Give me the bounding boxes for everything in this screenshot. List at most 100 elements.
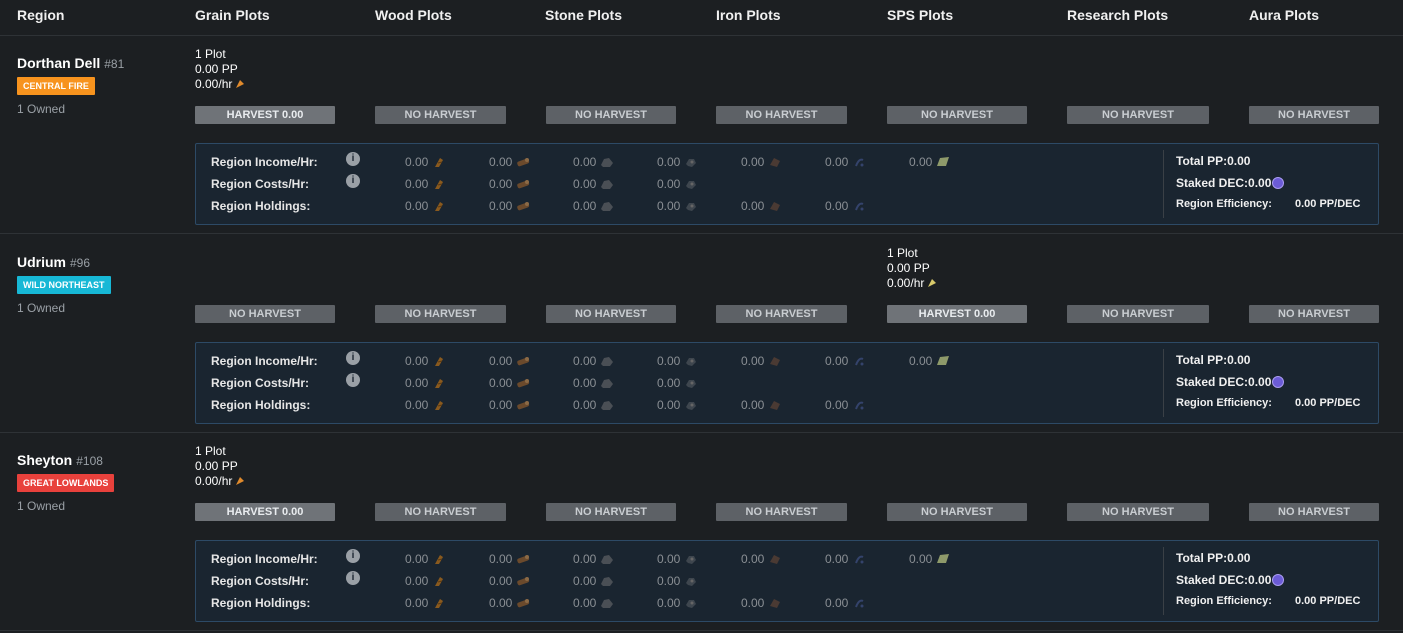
wood-value: 0.00 (489, 354, 530, 368)
iron-icon (680, 155, 698, 169)
region-costs-label: Region Costs/Hr: (211, 376, 310, 390)
aura-value: 0.00 (825, 155, 866, 169)
grain-value: 0.00 (405, 199, 446, 213)
stone-icon (596, 354, 614, 368)
wood-icon (512, 552, 530, 566)
region-row: Udrium #96 WILD NORTHEAST 1 Owned 1 Plot … (0, 235, 1403, 433)
header-iron-plots: Iron Plots (716, 7, 781, 23)
iron-value: 0.00 (657, 177, 698, 191)
region-efficiency-label: Region Efficiency: (1176, 595, 1272, 607)
no-harvest-button[interactable]: NO HARVEST (1067, 305, 1209, 323)
iron-value: 0.00 (657, 596, 698, 610)
no-harvest-button[interactable]: NO HARVEST (887, 503, 1027, 521)
no-harvest-button[interactable]: NO HARVEST (1067, 106, 1209, 124)
grain-value: 0.00 (405, 552, 446, 566)
dec-icon (1272, 376, 1285, 388)
iron-value: 0.00 (657, 354, 698, 368)
no-harvest-button[interactable]: NO HARVEST (716, 106, 847, 124)
research-value: 0.00 (741, 155, 782, 169)
plot-count: 1 Plot (195, 47, 226, 61)
no-harvest-button[interactable]: NO HARVEST (546, 503, 676, 521)
research-icon (764, 398, 782, 412)
no-harvest-button[interactable]: NO HARVEST (1067, 503, 1209, 521)
wood-icon (512, 155, 530, 169)
header-wood-plots: Wood Plots (375, 7, 452, 23)
no-harvest-button[interactable]: NO HARVEST (1249, 106, 1379, 124)
plot-rate: 0.00/hr (195, 474, 245, 489)
plot-info: 1 Plot 0.00 PP 0.00/hr (195, 444, 245, 489)
header-region: Region (17, 7, 65, 23)
plot-count: 1 Plot (195, 444, 226, 458)
stone-value: 0.00 (573, 596, 614, 610)
aura-icon (848, 155, 866, 169)
grain-value: 0.00 (405, 177, 446, 191)
aura-value: 0.00 (825, 199, 866, 213)
no-harvest-button[interactable]: NO HARVEST (1249, 305, 1379, 323)
no-harvest-button[interactable]: NO HARVEST (375, 106, 506, 124)
wood-icon (512, 398, 530, 412)
harvest-button[interactable]: HARVEST 0.00 (195, 503, 335, 521)
grain-icon (235, 475, 245, 485)
staked-dec: Staked DEC:0.00 (1176, 375, 1285, 389)
grain-icon (428, 354, 446, 368)
iron-value: 0.00 (657, 574, 698, 588)
info-icon[interactable]: i (346, 351, 360, 365)
sps-icon (932, 354, 950, 368)
no-harvest-button[interactable]: NO HARVEST (1249, 503, 1379, 521)
plot-rate: 0.00/hr (887, 276, 937, 291)
info-icon[interactable]: i (346, 174, 360, 188)
region-costs-label: Region Costs/Hr: (211, 177, 310, 191)
info-icon[interactable]: i (346, 152, 360, 166)
owned-count: 1 Owned (17, 102, 66, 116)
no-harvest-button[interactable]: NO HARVEST (716, 503, 847, 521)
wood-value: 0.00 (489, 574, 530, 588)
iron-icon (680, 398, 698, 412)
harvest-button[interactable]: HARVEST 0.00 (887, 305, 1027, 323)
wood-value: 0.00 (489, 552, 530, 566)
plot-info: 1 Plot 0.00 PP 0.00/hr (195, 47, 245, 92)
owned-count: 1 Owned (17, 301, 66, 315)
dec-icon (1272, 177, 1285, 189)
grain-icon (428, 177, 446, 191)
plot-pp: 0.00 PP (195, 62, 238, 76)
aura-icon (848, 398, 866, 412)
plot-pp: 0.00 PP (887, 261, 930, 275)
research-value: 0.00 (741, 552, 782, 566)
aura-icon (848, 596, 866, 610)
no-harvest-button[interactable]: NO HARVEST (375, 305, 506, 323)
aura-value: 0.00 (825, 596, 866, 610)
no-harvest-button[interactable]: NO HARVEST (887, 106, 1027, 124)
region-efficiency-label: Region Efficiency: (1176, 397, 1272, 409)
region-totals: Total PP:0.00 Staked DEC:0.00 Region Eff… (1163, 547, 1373, 615)
iron-icon (680, 574, 698, 588)
no-harvest-button[interactable]: NO HARVEST (195, 305, 335, 323)
grain-value: 0.00 (405, 155, 446, 169)
grain-value: 0.00 (405, 574, 446, 588)
stone-icon (596, 596, 614, 610)
harvest-button[interactable]: HARVEST 0.00 (195, 106, 335, 124)
region-income-label: Region Income/Hr: (211, 155, 318, 169)
dec-icon (1272, 574, 1285, 586)
total-pp: Total PP:0.00 (1176, 154, 1251, 168)
region-name[interactable]: Dorthan Dell #81 (17, 55, 124, 71)
no-harvest-button[interactable]: NO HARVEST (546, 305, 676, 323)
region-name[interactable]: Udrium #96 (17, 254, 90, 270)
region-summary-panel: Region Income/Hr: Region Costs/Hr: Regio… (195, 540, 1379, 622)
stone-icon (596, 552, 614, 566)
research-value: 0.00 (741, 199, 782, 213)
grain-icon (428, 155, 446, 169)
no-harvest-button[interactable]: NO HARVEST (375, 503, 506, 521)
region-name[interactable]: Sheyton #108 (17, 452, 103, 468)
sps-icon (932, 552, 950, 566)
region-totals: Total PP:0.00 Staked DEC:0.00 Region Eff… (1163, 150, 1373, 218)
iron-icon (680, 199, 698, 213)
region-income-label: Region Income/Hr: (211, 354, 318, 368)
no-harvest-button[interactable]: NO HARVEST (546, 106, 676, 124)
stone-value: 0.00 (573, 155, 614, 169)
no-harvest-button[interactable]: NO HARVEST (716, 305, 847, 323)
info-icon[interactable]: i (346, 571, 360, 585)
region-costs-label: Region Costs/Hr: (211, 574, 310, 588)
info-icon[interactable]: i (346, 549, 360, 563)
region-holdings-label: Region Holdings: (211, 596, 311, 610)
info-icon[interactable]: i (346, 373, 360, 387)
